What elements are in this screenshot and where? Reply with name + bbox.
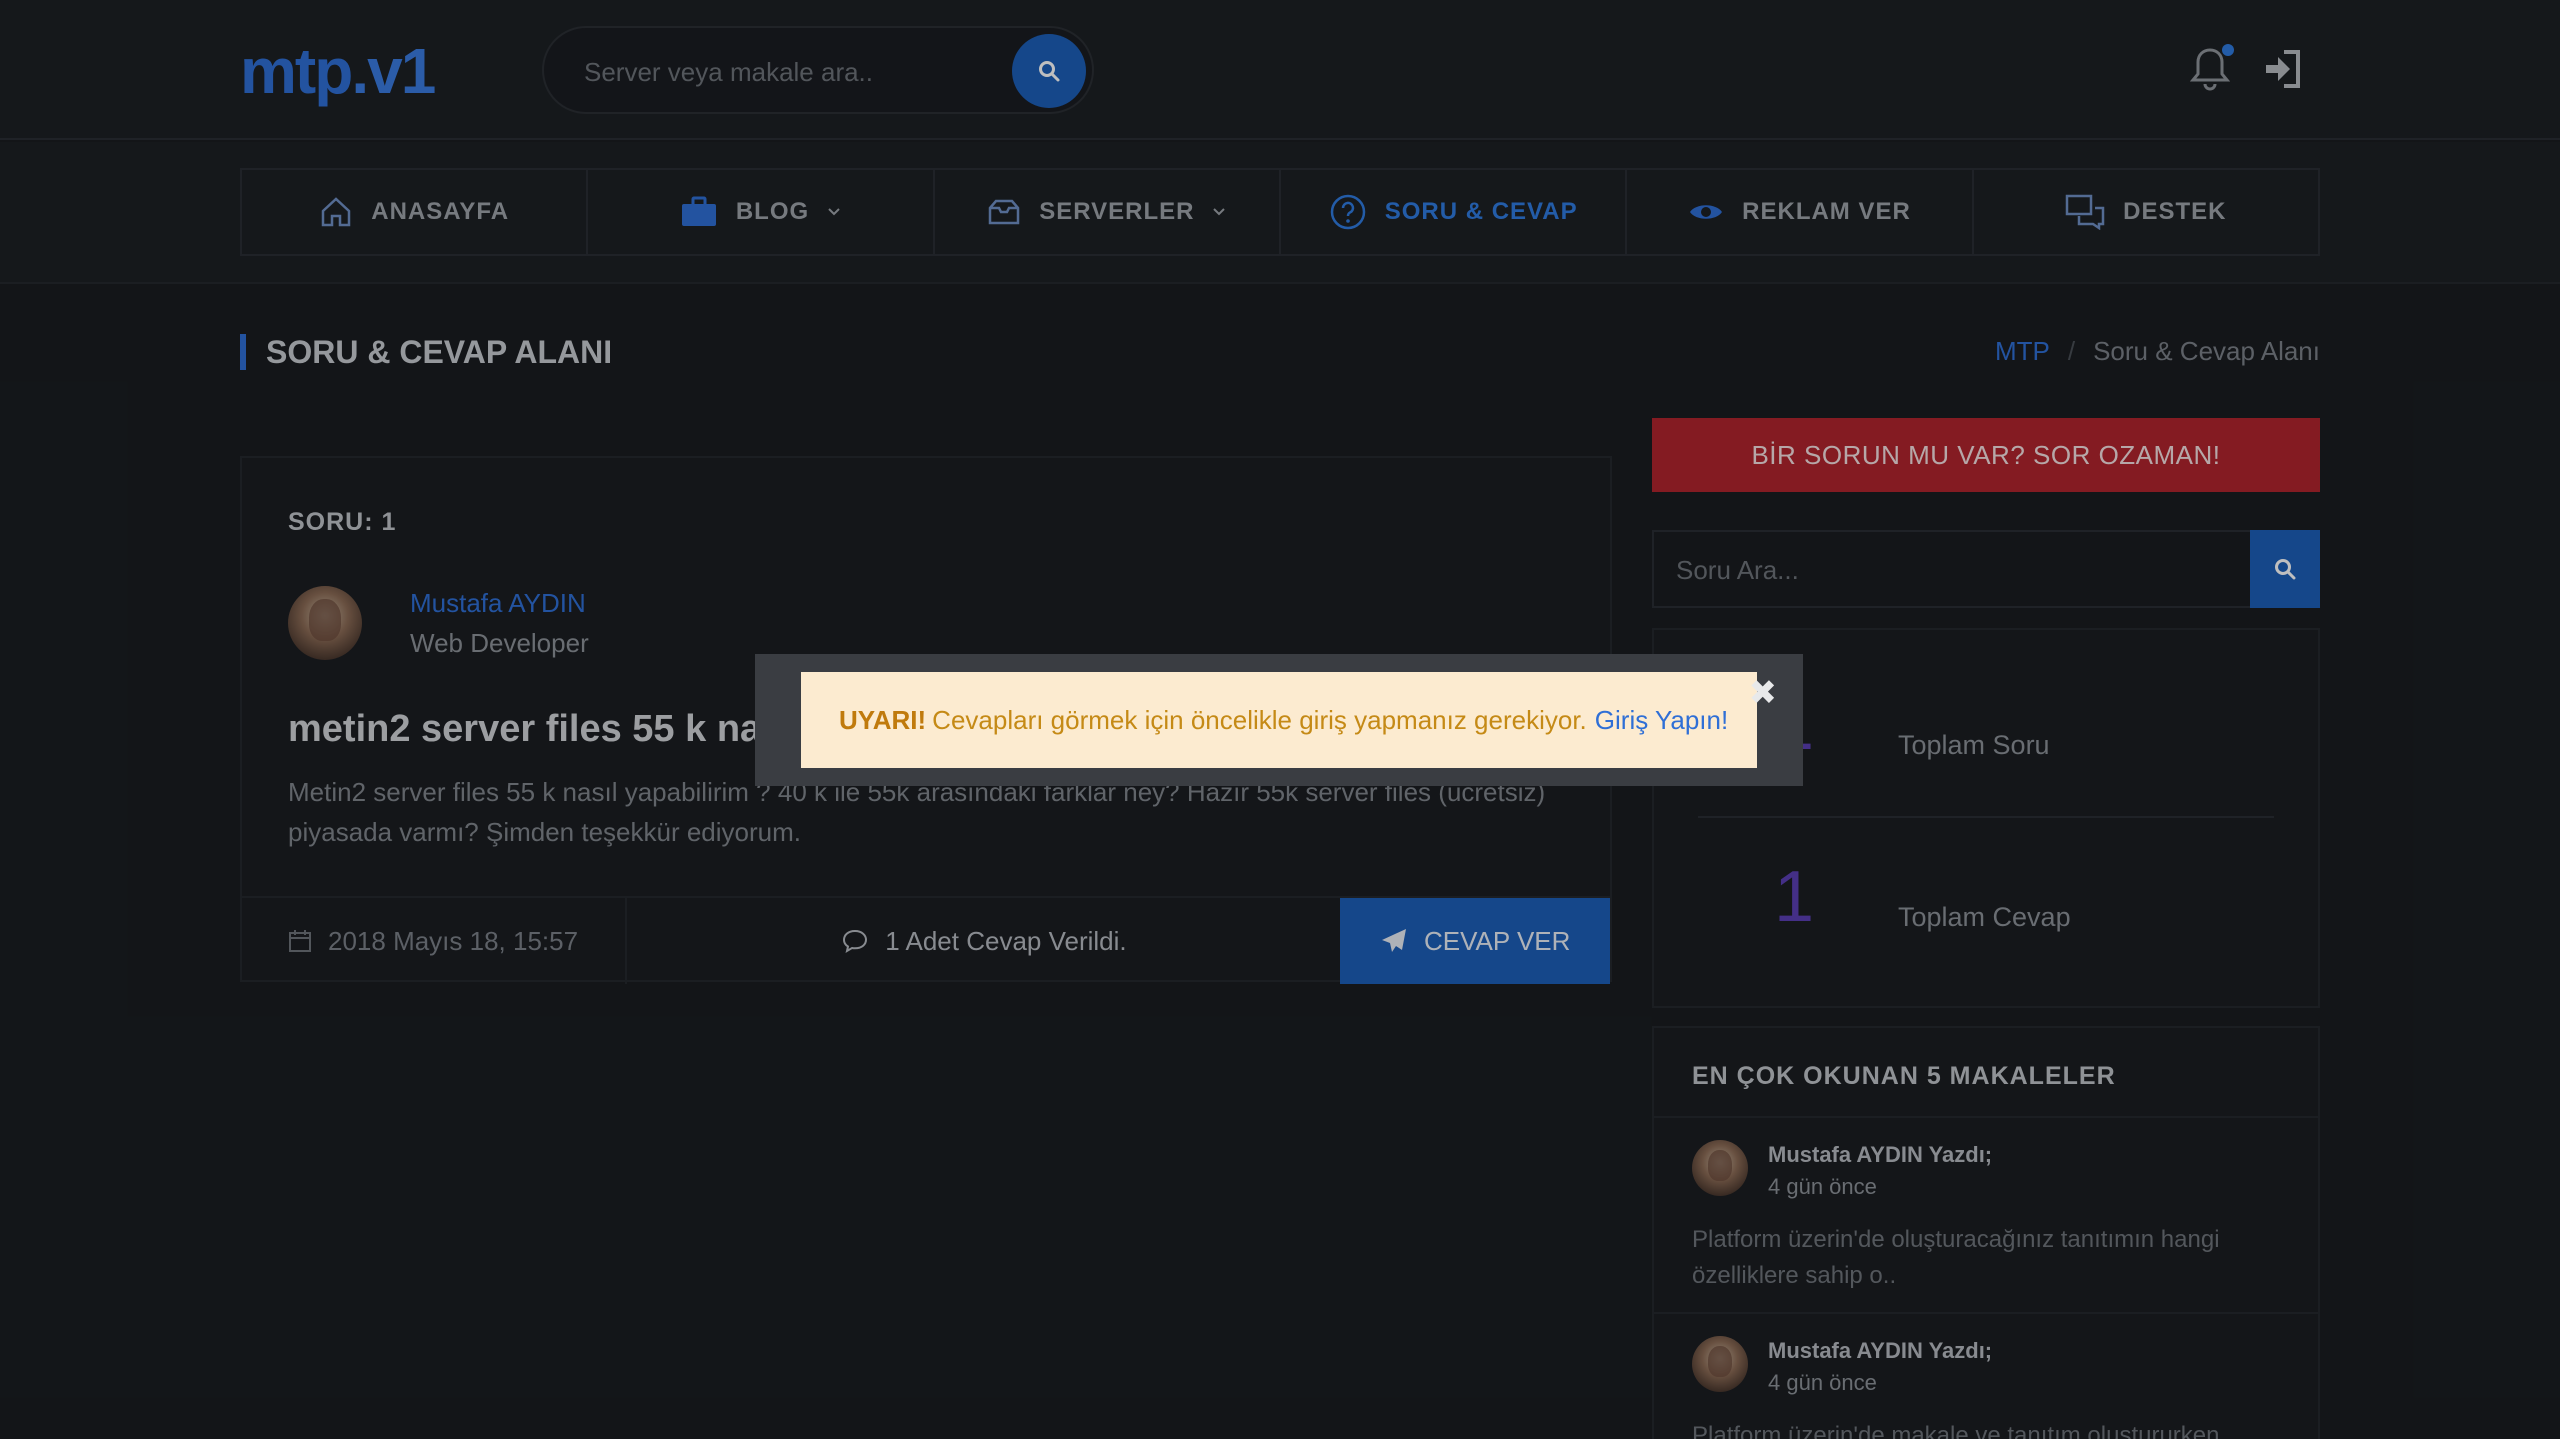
warning-message: Cevapları görmek için öncelikle giriş ya… <box>932 704 1587 735</box>
warning-label: UYARI! <box>839 704 927 735</box>
close-icon[interactable]: ✖ <box>1749 676 1778 710</box>
warning-alert: UYARI! Cevapları görmek için öncelikle g… <box>801 672 1757 768</box>
login-link[interactable]: Giriş Yapın! <box>1595 705 1728 736</box>
login-warning-modal: UYARI! Cevapları görmek için öncelikle g… <box>755 654 1803 786</box>
